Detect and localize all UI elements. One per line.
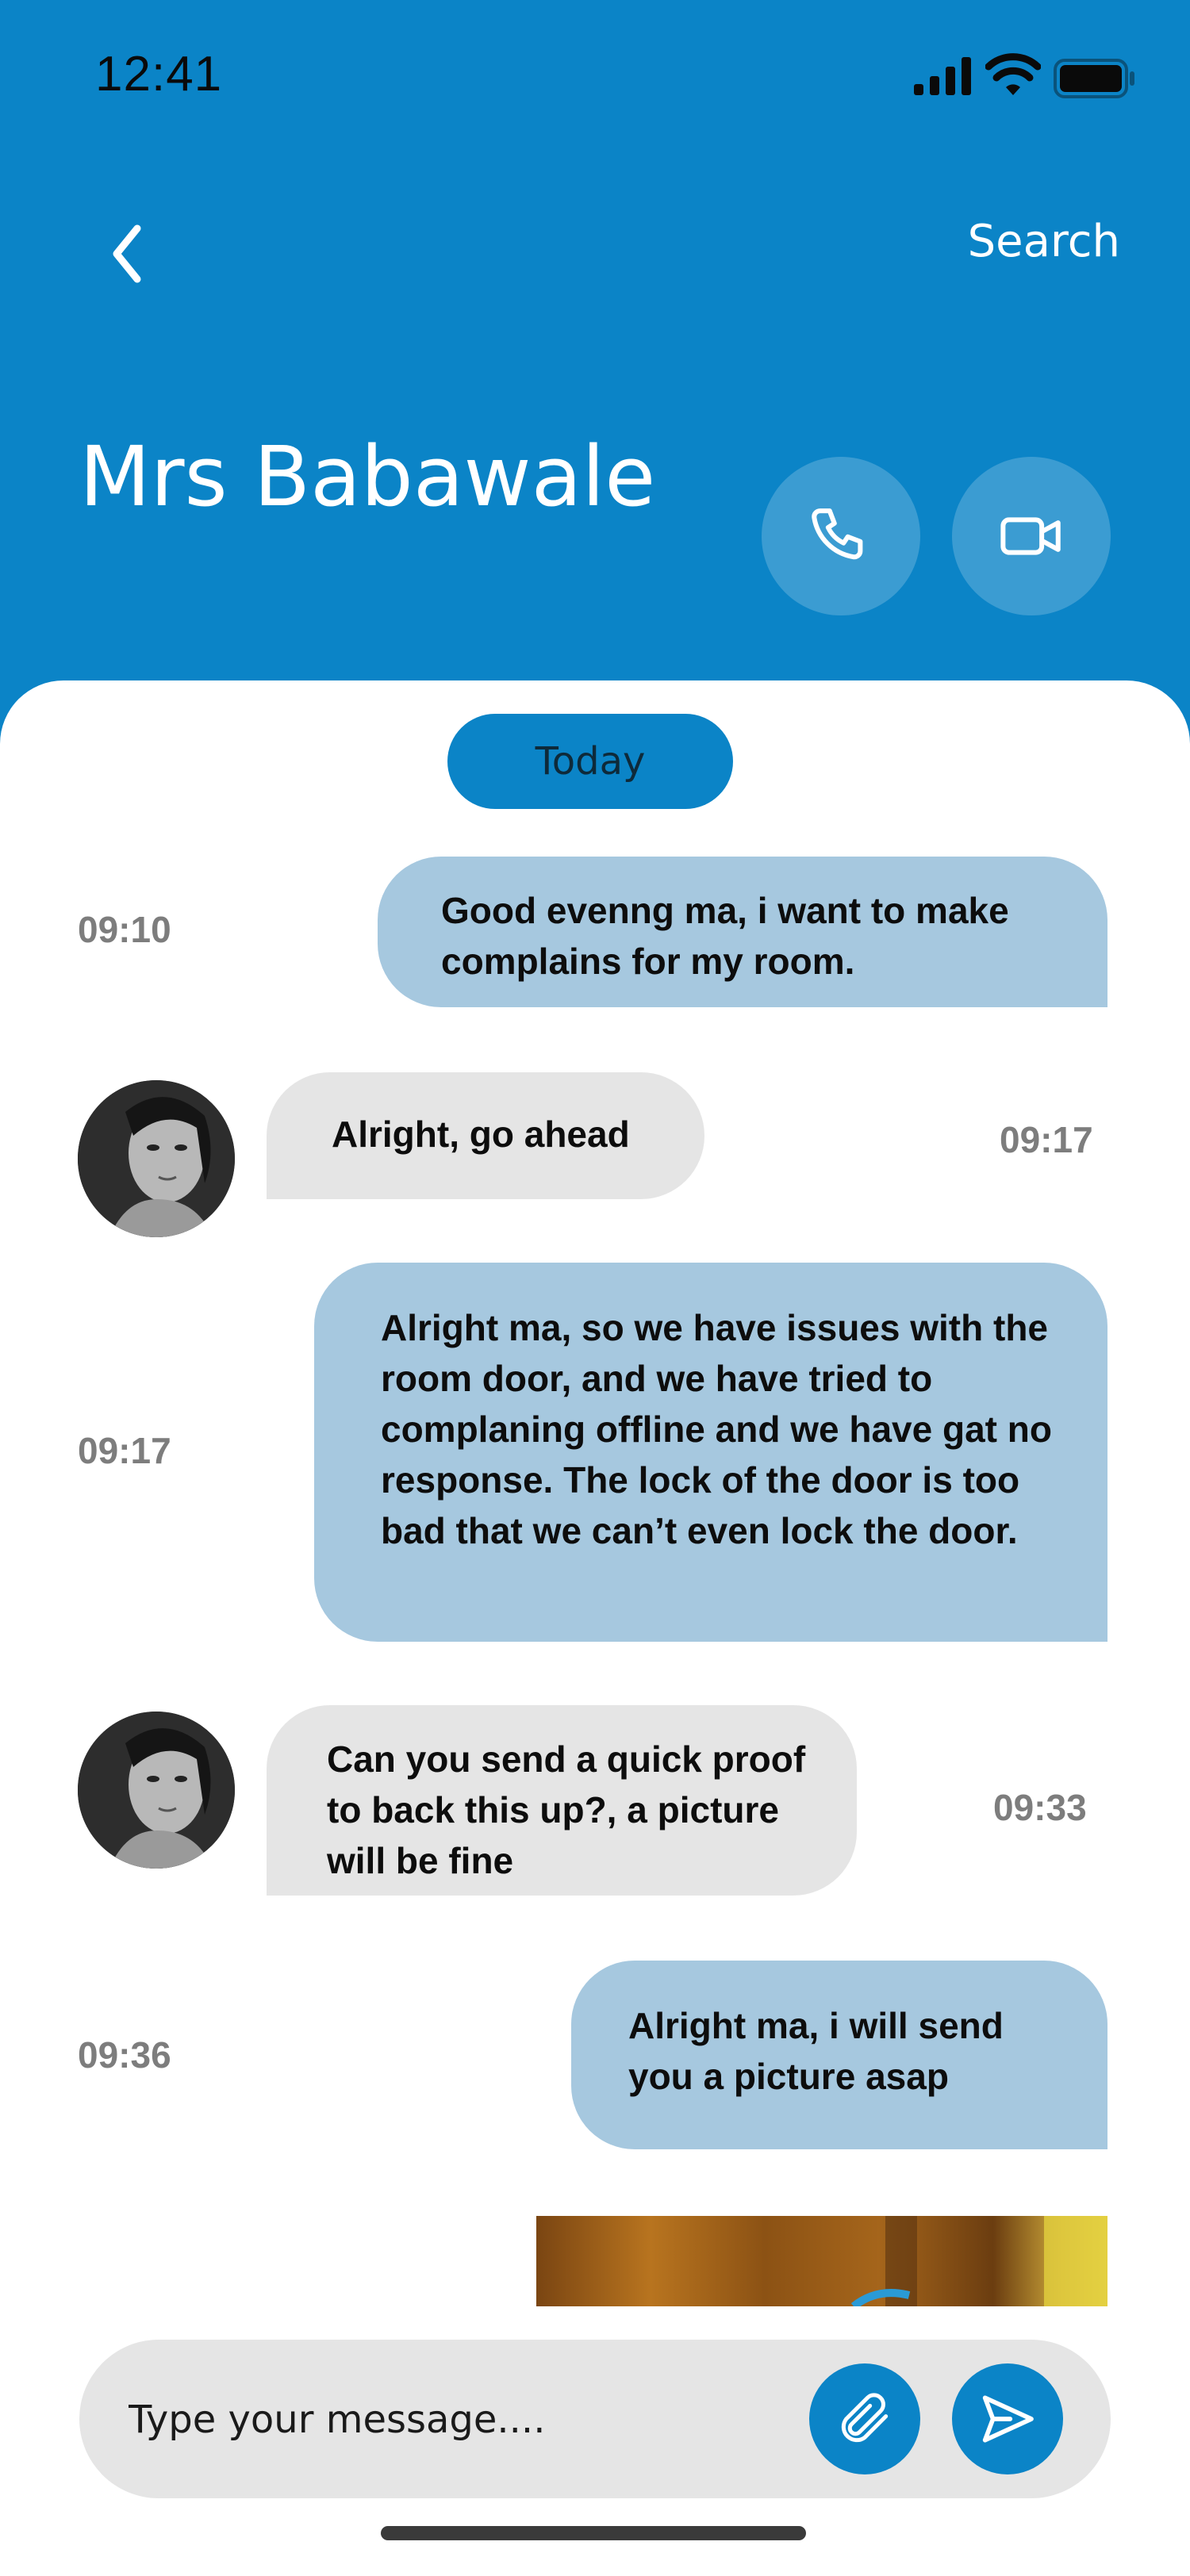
sent-message-bubble[interactable]: Alright ma, so we have issues with the r… [314, 1263, 1107, 1642]
date-separator: Today [447, 714, 733, 809]
message-input[interactable] [127, 2371, 828, 2468]
message-time: 09:10 [78, 909, 171, 950]
contact-avatar [78, 1712, 235, 1869]
message-time: 09:17 [1000, 1119, 1093, 1160]
door-photo [536, 2216, 1107, 2306]
received-message-bubble[interactable]: Can you send a quick proof to back this … [267, 1705, 857, 1896]
battery-icon [1054, 59, 1134, 98]
search-button[interactable]: Search [936, 216, 1120, 267]
call-button[interactable] [762, 457, 920, 615]
portrait-image [78, 1080, 235, 1237]
message-composer [79, 2340, 1111, 2498]
home-indicator [381, 2526, 806, 2540]
video-camera-icon [1000, 517, 1061, 555]
cellular-signal-icon [914, 57, 971, 95]
paperclip-icon [841, 2393, 889, 2443]
contact-name: Mrs Babawale [79, 428, 656, 525]
portrait-image [78, 1712, 235, 1869]
contact-avatar [78, 1080, 235, 1237]
chevron-left-icon [113, 224, 141, 283]
sent-message-bubble[interactable]: Good evenng ma, i want to make complains… [378, 857, 1107, 1007]
send-icon [982, 2395, 1034, 2443]
video-call-button[interactable] [952, 457, 1111, 615]
status-time: 12:41 [95, 47, 223, 102]
attach-button[interactable] [809, 2363, 920, 2474]
phone-icon [812, 508, 863, 560]
sent-message-bubble[interactable]: Alright ma, i will send you a picture as… [571, 1961, 1107, 2149]
back-button[interactable] [95, 214, 159, 293]
image-attachment[interactable] [536, 2216, 1107, 2306]
received-message-bubble[interactable]: Alright, go ahead [267, 1072, 704, 1199]
message-time: 09:17 [78, 1430, 171, 1471]
message-time: 09:36 [78, 2034, 171, 2076]
message-time: 09:33 [993, 1787, 1087, 1828]
send-button[interactable] [952, 2363, 1063, 2474]
wifi-icon [985, 53, 1041, 95]
